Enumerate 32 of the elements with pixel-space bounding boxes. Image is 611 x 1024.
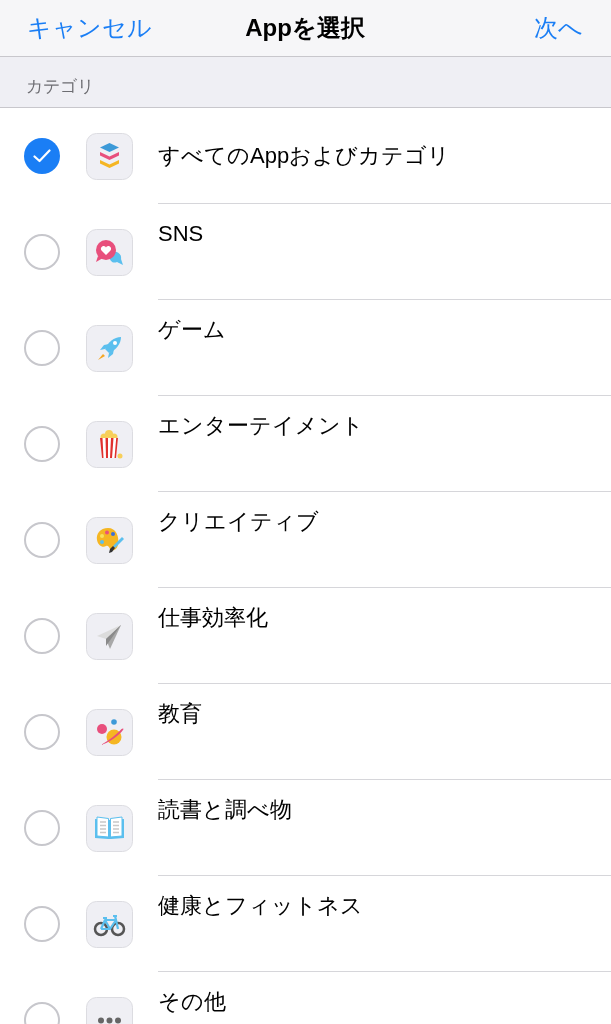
book-icon xyxy=(86,804,133,852)
paper-plane-icon xyxy=(86,612,133,660)
category-title[interactable]: 読書と調べ物 xyxy=(158,796,292,824)
planet-icon xyxy=(86,708,133,756)
category-title[interactable]: すべてのAppおよびカテゴリ xyxy=(158,141,451,170)
section-title: カテゴリ xyxy=(26,75,94,98)
radio-icon[interactable] xyxy=(24,522,60,558)
popcorn-icon xyxy=(86,420,133,468)
radio-icon[interactable] xyxy=(24,810,60,846)
radio-icon[interactable] xyxy=(24,330,60,366)
next-button[interactable]: 次へ xyxy=(534,12,583,44)
radio-icon[interactable] xyxy=(24,234,60,270)
radio-icon[interactable] xyxy=(24,426,60,462)
rocket-icon xyxy=(86,324,133,372)
speech-bubbles-icon xyxy=(86,228,133,276)
radio-icon[interactable] xyxy=(24,714,60,750)
cancel-button[interactable]: キャンセル xyxy=(27,12,152,44)
bicycle-icon xyxy=(86,900,133,948)
layers-icon xyxy=(86,132,133,180)
category-title[interactable]: その他 xyxy=(158,988,226,1016)
nav-title: Appを選択 xyxy=(245,13,365,43)
category-title[interactable]: クリエイティブ xyxy=(158,508,319,536)
palette-icon xyxy=(86,516,133,564)
radio-icon[interactable] xyxy=(24,618,60,654)
radio-icon[interactable] xyxy=(24,906,60,942)
category-title[interactable]: 仕事効率化 xyxy=(158,604,268,632)
category-title[interactable]: 教育 xyxy=(158,700,202,728)
category-title[interactable]: ゲーム xyxy=(158,316,226,344)
checked-radio-icon[interactable] xyxy=(24,138,60,174)
category-title[interactable]: 健康とフィットネス xyxy=(158,892,363,920)
category-title[interactable]: エンターテイメント xyxy=(158,412,364,440)
category-title[interactable]: SNS xyxy=(158,220,204,248)
